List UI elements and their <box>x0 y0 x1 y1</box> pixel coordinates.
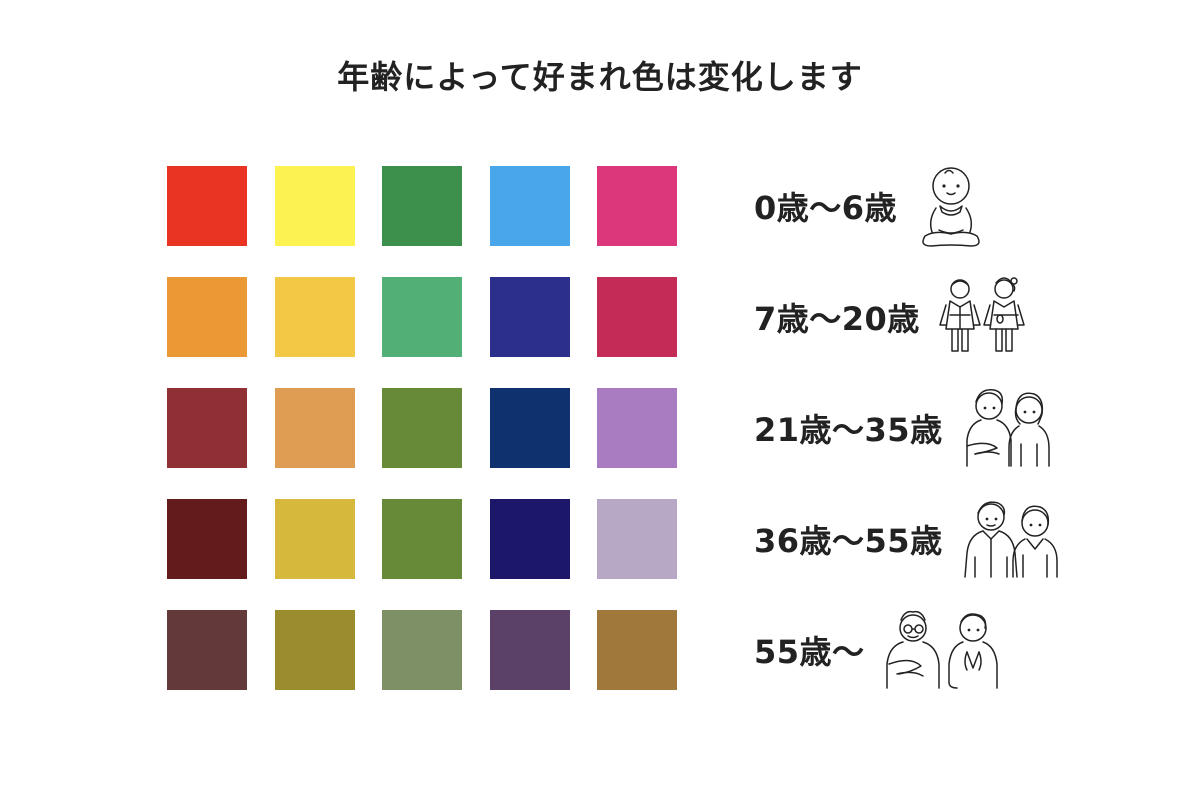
middle-aged-couple-icon <box>961 497 1065 581</box>
color-swatch <box>167 166 247 246</box>
color-swatch <box>275 499 355 579</box>
color-swatch <box>167 499 247 579</box>
age-row-1: 7歳〜20歳 <box>754 267 1028 367</box>
color-swatch <box>382 499 462 579</box>
color-swatch <box>275 388 355 468</box>
color-swatch <box>490 610 570 690</box>
young-adults-icon <box>961 386 1057 470</box>
color-swatch <box>382 610 462 690</box>
age-row-0: 0歳〜6歳 <box>754 156 987 256</box>
color-swatch <box>275 166 355 246</box>
color-swatch <box>597 610 677 690</box>
baby-icon <box>915 164 987 248</box>
color-swatch <box>597 388 677 468</box>
color-swatch <box>275 277 355 357</box>
color-swatch <box>490 499 570 579</box>
color-swatch <box>597 166 677 246</box>
color-swatch <box>597 277 677 357</box>
age-label: 0歳〜6歳 <box>754 189 898 227</box>
age-label: 21歳〜35歳 <box>754 411 943 449</box>
color-swatch <box>275 610 355 690</box>
age-label: 7歳〜20歳 <box>754 300 920 338</box>
color-swatch <box>597 499 677 579</box>
age-row-4: 55歳〜 <box>754 600 1001 700</box>
color-swatch <box>382 388 462 468</box>
page-title: 年齢によって好まれ色は変化します <box>337 58 863 96</box>
color-swatch <box>490 277 570 357</box>
seniors-icon <box>883 608 1001 692</box>
age-label: 36歳〜55歳 <box>754 522 943 560</box>
color-swatch <box>382 277 462 357</box>
color-swatch <box>490 388 570 468</box>
color-swatch <box>382 166 462 246</box>
age-label: 55歳〜 <box>754 633 865 671</box>
color-swatch <box>167 610 247 690</box>
age-row-3: 36歳〜55歳 <box>754 489 1065 589</box>
age-row-2: 21歳〜35歳 <box>754 378 1057 478</box>
color-swatch <box>167 277 247 357</box>
color-swatch <box>490 166 570 246</box>
color-swatch <box>167 388 247 468</box>
children-kimono-icon <box>938 275 1028 359</box>
